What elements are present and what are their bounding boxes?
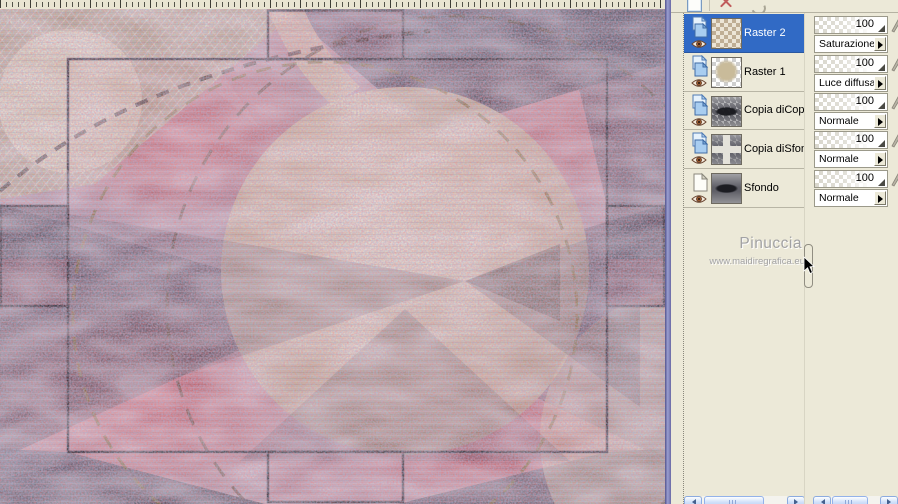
layer-props-raster-1: 100 Luce diffusa — [814, 55, 898, 92]
opacity-slider-handle[interactable] — [878, 25, 885, 32]
window-edge-divider — [665, 0, 671, 504]
opacity-slider-handle[interactable] — [878, 64, 885, 71]
layer-thumbnail — [711, 95, 742, 127]
raster-layer-icon — [692, 93, 709, 116]
opacity-value: 100 — [855, 172, 874, 184]
layer-thumbnail — [711, 56, 742, 88]
watermark-url: www.maidiregrafica.eu — [709, 256, 805, 267]
blend-mode-arrow-button[interactable] — [874, 37, 886, 51]
scroll-left-button[interactable] — [813, 496, 831, 504]
layer-rows: Raster 2 Raster 1 Copia diCop Copia diSf… — [684, 14, 805, 208]
layer-visibility-eye-icon[interactable] — [691, 117, 707, 127]
scrollbar-track[interactable] — [702, 496, 787, 504]
layers-list-panel: Raster 2 Raster 1 Copia diCop Copia diSf… — [683, 13, 805, 504]
scroll-right-button[interactable] — [787, 496, 805, 504]
layer-props-sfondo: 100 Normale — [814, 170, 898, 207]
blend-mode-arrow-button[interactable] — [874, 76, 886, 90]
blend-mode-arrow-button[interactable] — [874, 191, 886, 205]
opacity-value: 100 — [855, 18, 874, 30]
opacity-slider[interactable]: 100 — [814, 170, 888, 188]
blend-mode-label: Normale — [819, 153, 859, 165]
opacity-slider-handle[interactable] — [878, 179, 885, 186]
layer-name: Copia diCopia — [744, 104, 805, 117]
scrollbar-thumb[interactable] — [832, 496, 868, 504]
layer-name: Raster 2 — [744, 26, 786, 39]
opacity-value: 100 — [855, 57, 874, 69]
raster-layer-icon — [692, 16, 709, 38]
blend-mode-dropdown[interactable]: Normale — [814, 112, 888, 130]
toolbar-separator — [709, 0, 710, 11]
layer-row-sfondo[interactable]: Sfondo — [684, 169, 805, 208]
blend-mode-label: Normale — [819, 192, 859, 204]
blend-mode-dropdown[interactable]: Normale — [814, 150, 888, 168]
delete-layer-icon[interactable] — [719, 0, 733, 10]
layer-row-raster-1[interactable]: Raster 1 — [684, 52, 805, 92]
blend-mode-arrow-button[interactable] — [874, 114, 886, 128]
opacity-slider[interactable]: 100 — [814, 55, 888, 73]
opacity-slider[interactable]: 100 — [814, 131, 888, 149]
edit-pencil-icon — [891, 96, 898, 110]
layer-name: Copia diSfond — [744, 143, 805, 156]
layer-thumbnail — [711, 173, 742, 205]
background-layer-icon — [693, 172, 709, 192]
layers-palette-toolbar — [671, 0, 898, 18]
edit-pencil-icon — [891, 134, 898, 148]
layer-row-copia-dicopia[interactable]: Copia diCopia — [684, 91, 805, 131]
opacity-value: 100 — [855, 133, 874, 145]
layer-row-copia-disfondo[interactable]: Copia diSfond — [684, 130, 805, 170]
opacity-slider[interactable]: 100 — [814, 93, 888, 111]
opacity-slider[interactable]: 100 — [814, 16, 888, 34]
scrollbar-track[interactable] — [831, 496, 880, 504]
canvas-artwork[interactable] — [0, 9, 665, 504]
blend-mode-dropdown[interactable]: Saturazione — [814, 35, 888, 53]
layer-thumbnail — [711, 18, 742, 49]
layer-props-raster-2: 100 Saturazione — [814, 16, 898, 53]
scrollbar-thumb[interactable] — [704, 496, 764, 504]
layers-horizontal-scrollbar[interactable] — [684, 496, 805, 504]
edit-pencil-icon — [891, 19, 898, 33]
panel-splitter-handle[interactable] — [804, 244, 813, 288]
opacity-slider-handle[interactable] — [878, 102, 885, 109]
new-layer-icon[interactable] — [687, 0, 702, 12]
layer-visibility-eye-icon[interactable] — [691, 155, 707, 165]
raster-layer-icon — [692, 132, 709, 154]
layer-properties-panel: 100 Saturazione 100 Luce diffusa 100 Nor… — [813, 13, 898, 504]
layer-props-copia-dicopia: 100 Normale — [814, 93, 898, 130]
layer-name: Sfondo — [744, 182, 779, 195]
raster-layer-icon — [692, 54, 709, 77]
blend-mode-label: Luce diffusa — [819, 77, 876, 89]
props-horizontal-scrollbar[interactable] — [813, 496, 898, 504]
blend-mode-label: Normale — [819, 115, 859, 127]
scroll-right-button[interactable] — [880, 496, 898, 504]
edit-pencil-icon — [891, 58, 898, 72]
edit-pencil-icon — [891, 173, 898, 187]
layer-visibility-eye-icon[interactable] — [691, 39, 707, 49]
layer-visibility-eye-icon[interactable] — [691, 194, 707, 204]
blend-mode-label: Saturazione — [819, 38, 876, 50]
blend-mode-arrow-button[interactable] — [874, 152, 886, 166]
layer-thumbnail — [711, 134, 742, 166]
blend-mode-dropdown[interactable]: Normale — [814, 189, 888, 207]
watermark-title: Pinuccia — [739, 235, 802, 252]
psp-layers-palette-window: Raster 2 Raster 1 Copia diCop Copia diSf… — [0, 0, 898, 504]
opacity-value: 100 — [855, 95, 874, 107]
layer-props-copia-disfondo: 100 Normale — [814, 131, 898, 168]
blend-mode-dropdown[interactable]: Luce diffusa — [814, 74, 888, 92]
scroll-left-button[interactable] — [684, 496, 702, 504]
layer-row-raster-2[interactable]: Raster 2 — [684, 14, 805, 53]
opacity-slider-handle[interactable] — [878, 140, 885, 147]
layer-name: Raster 1 — [744, 65, 786, 78]
layer-visibility-eye-icon[interactable] — [691, 78, 707, 88]
